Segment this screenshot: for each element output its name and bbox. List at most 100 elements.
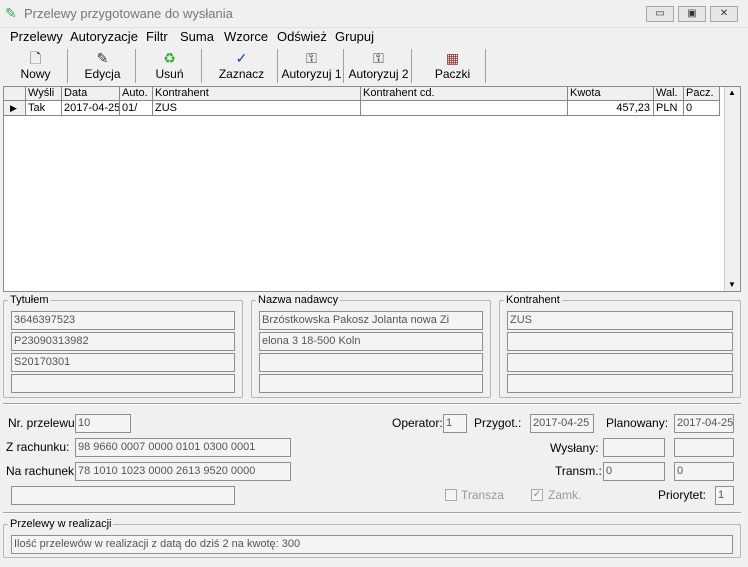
divider xyxy=(3,512,741,514)
table-cell[interactable] xyxy=(361,101,568,116)
row-indicator-icon: ▶ xyxy=(4,101,26,116)
column-header[interactable]: Kwota xyxy=(568,87,654,101)
realizacja-field[interactable]: Ilość przelewów w realizacji z datą do d… xyxy=(11,535,733,554)
menu-autoryzacje[interactable]: Autoryzacje xyxy=(70,29,138,44)
column-header[interactable]: Kontrahent xyxy=(153,87,361,101)
indicator-header xyxy=(4,87,26,101)
table-cell[interactable]: Tak xyxy=(26,101,62,116)
autoryzuj2-button[interactable]: ⚿ Autoryzuj 2 xyxy=(346,49,412,83)
table-cell[interactable]: 2017-04-25 xyxy=(62,101,120,116)
extra-field[interactable] xyxy=(11,486,235,505)
transfers-grid[interactable]: Wyśli Data Auto. Kontrahent Kontrahent c… xyxy=(3,86,741,292)
column-header[interactable]: Kontrahent cd. xyxy=(361,87,568,101)
new-file-icon: 🗋 xyxy=(29,50,42,66)
scroll-down-icon[interactable]: ▼ xyxy=(728,280,736,289)
z-rachunku-label: Z rachunku: xyxy=(6,440,70,454)
nr-przelewu-label: Nr. przelewu: xyxy=(8,416,79,430)
autoryzuj1-label: Autoryzuj 1 xyxy=(281,67,342,81)
menu-filtr[interactable]: Filtr xyxy=(146,29,168,44)
nadawca-legend: Nazwa nadawcy xyxy=(258,294,339,306)
table-cell[interactable]: ZUS xyxy=(153,101,361,116)
menu-bar: Przelewy Autoryzacje Filtr Suma Wzorce O… xyxy=(0,28,748,46)
scroll-up-icon[interactable]: ▲ xyxy=(728,88,736,97)
table-cell[interactable]: 457,23 xyxy=(568,101,654,116)
edit-icon: ✎ xyxy=(96,50,109,66)
realizacja-legend: Przelewy w realizacji xyxy=(10,518,112,530)
transza-checkbox[interactable] xyxy=(445,489,457,501)
tytulem-legend: Tytułem xyxy=(10,294,49,306)
przygot-field[interactable]: 2017-04-25 xyxy=(530,414,594,433)
transm-field-2[interactable]: 0 xyxy=(674,462,734,481)
menu-grupuj[interactable]: Grupuj xyxy=(335,29,374,44)
vertical-scrollbar[interactable]: ▲ ▼ xyxy=(724,87,740,291)
tytulem-line-4[interactable] xyxy=(11,374,235,393)
priorytet-label: Priorytet: xyxy=(658,488,707,502)
operator-field[interactable]: 1 xyxy=(443,414,467,433)
close-button[interactable]: ✕ xyxy=(710,6,738,22)
zaznacz-label: Zaznacz xyxy=(218,67,265,81)
column-header[interactable]: Wyśli xyxy=(26,87,62,101)
kontrahent-line-3[interactable] xyxy=(507,353,733,372)
transm-label: Transm.: xyxy=(555,464,602,478)
paczki-button[interactable]: ▦ Paczki xyxy=(420,49,486,83)
toolbar: 🗋 Nowy ✎ Edycja ♻ Usuń ✓ Zaznacz ⚿ Autoryzuj … xyxy=(0,46,748,86)
na-rachunek-field[interactable]: 78 1010 1023 0000 2613 9520 0000 xyxy=(75,462,291,481)
minimize-button[interactable]: ▭ xyxy=(646,6,674,22)
nowy-button[interactable]: 🗋 Nowy xyxy=(4,49,68,83)
maximize-button[interactable]: ▣ xyxy=(678,6,706,22)
zamk-checkbox[interactable]: ✓ xyxy=(531,489,543,501)
nadawca-line-4[interactable] xyxy=(259,374,483,393)
edycja-button[interactable]: ✎ Edycja xyxy=(70,49,136,83)
autoryzuj1-button[interactable]: ⚿ Autoryzuj 1 xyxy=(280,49,344,83)
operator-label: Operator: xyxy=(392,416,443,430)
przygot-label: Przygot.: xyxy=(474,416,522,430)
menu-odswiez[interactable]: Odśwież xyxy=(277,29,327,44)
title-bar: ✎ Przelewy przygotowane do wysłania ▭ ▣ … xyxy=(0,0,748,28)
package-icon: ▦ xyxy=(445,50,460,66)
kontrahent-line-2[interactable] xyxy=(507,332,733,351)
planowany-label: Planowany: xyxy=(606,416,669,430)
transm-field-1[interactable]: 0 xyxy=(603,462,665,481)
key-icon: ⚿ xyxy=(373,50,384,66)
nowy-label: Nowy xyxy=(20,67,51,81)
column-header[interactable]: Wal. xyxy=(654,87,684,101)
kontrahent-legend: Kontrahent xyxy=(506,294,560,306)
priorytet-field[interactable]: 1 xyxy=(715,486,734,505)
divider xyxy=(3,403,741,405)
column-header[interactable]: Auto. xyxy=(120,87,153,101)
checkmark-icon: ✓ xyxy=(235,50,248,66)
column-header[interactable]: Pacz. xyxy=(684,87,720,101)
z-rachunku-field[interactable]: 98 9660 0007 0000 0101 0300 0001 xyxy=(75,438,291,457)
usun-button[interactable]: ♻ Usuń xyxy=(138,49,202,83)
table-cell[interactable]: 0 xyxy=(684,101,720,116)
tytulem-line-3[interactable]: S20170301 xyxy=(11,353,235,372)
nadawca-line-2[interactable]: elona 3 18-500 Koln xyxy=(259,332,483,351)
wyslany-field-1[interactable] xyxy=(603,438,665,457)
app-icon: ✎ xyxy=(5,5,17,21)
edycja-label: Edycja xyxy=(84,67,121,81)
wyslany-label: Wysłany: xyxy=(550,441,599,455)
table-cell[interactable]: PLN xyxy=(654,101,684,116)
column-header[interactable]: Data xyxy=(62,87,120,101)
kontrahent-line-1[interactable]: ZUS xyxy=(507,311,733,330)
zamk-label: Zamk. xyxy=(548,488,582,502)
zaznacz-button[interactable]: ✓ Zaznacz xyxy=(206,49,278,83)
menu-wzorce[interactable]: Wzorce xyxy=(224,29,268,44)
key-icon: ⚿ xyxy=(306,50,317,66)
nr-przelewu-field[interactable]: 10 xyxy=(75,414,131,433)
nadawca-line-3[interactable] xyxy=(259,353,483,372)
menu-przelewy[interactable]: Przelewy xyxy=(10,29,63,44)
menu-suma[interactable]: Suma xyxy=(180,29,214,44)
table-cell[interactable]: 01/ xyxy=(120,101,153,116)
na-rachunek-label: Na rachunek: xyxy=(6,464,78,478)
window-title: Przelewy przygotowane do wysłania xyxy=(24,6,233,21)
kontrahent-line-4[interactable] xyxy=(507,374,733,393)
tytulem-line-1[interactable]: 3646397523 xyxy=(11,311,235,330)
trash-icon: ♻ xyxy=(163,50,176,66)
tytulem-line-2[interactable]: P23090313982 xyxy=(11,332,235,351)
usun-label: Usuń xyxy=(155,67,184,81)
paczki-label: Paczki xyxy=(434,67,471,81)
nadawca-line-1[interactable]: Brzóstkowska Pakosz Jolanta nowa Zi xyxy=(259,311,483,330)
planowany-field[interactable]: 2017-04-25 xyxy=(674,414,734,433)
wyslany-field-2[interactable] xyxy=(674,438,734,457)
